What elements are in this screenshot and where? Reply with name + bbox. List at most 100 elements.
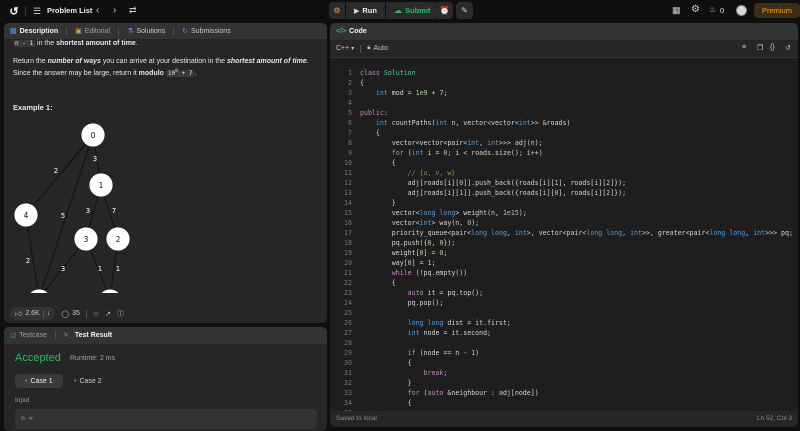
- editor-toolbar: C++ ▾ 🔒︎ Auto ≡ ❐ {} ↺: [330, 40, 798, 58]
- tab-test-result-label: Test Result: [74, 332, 113, 339]
- node-label: 1: [99, 181, 104, 190]
- case-2-label: Case 2: [79, 377, 102, 385]
- description-body: n - 1 in the shortest amount of time. Re…: [13, 39, 318, 113]
- edge-weight: 7: [112, 207, 116, 215]
- flask-icon: ⚗: [127, 28, 134, 35]
- text: Return the: [13, 58, 48, 65]
- line-number: 17: [344, 229, 352, 237]
- settings-icon[interactable]: ⚙: [691, 4, 700, 15]
- star-icon[interactable]: ☆: [93, 310, 99, 318]
- notes-icon[interactable]: ✎: [456, 2, 473, 19]
- auto-label: Auto: [373, 45, 388, 52]
- language-label: C++: [336, 45, 350, 52]
- language-select[interactable]: C++ ▾: [336, 45, 354, 52]
- line-number: 30: [344, 359, 352, 367]
- code-line: priority_queue<pair<long long, int>, vec…: [360, 229, 793, 237]
- code-line: int node = it.second;: [407, 329, 492, 337]
- description-panel: ▤ Description ▣ Editorial ⚗ Solutions ↻ Subm…: [4, 23, 327, 323]
- like-button[interactable]: 👍︎ 2.6K ↓: [10, 307, 56, 320]
- tab-editorial[interactable]: ▣ Editorial: [75, 27, 110, 36]
- chevron-left-icon[interactable]: ‹: [96, 5, 99, 16]
- comments-button[interactable]: ◯ 35: [61, 310, 80, 318]
- bold-text: shortest amount of time: [227, 58, 307, 65]
- code-editor[interactable]: 1 class Solution 2{3 int mod = 1e9 + 7; 4 5 p…: [330, 69, 798, 427]
- layout-icon[interactable]: ▦: [672, 5, 681, 16]
- code-line: vector<long long> weight(n, 1e15);: [360, 209, 527, 217]
- description-line-1: n - 1 in the shortest amount of time.: [13, 39, 318, 49]
- submit-button[interactable]: ☁ Submit: [385, 2, 439, 19]
- tab-code[interactable]: </> Code: [336, 28, 367, 35]
- top-bar: ↺ ☰ Problem List ‹ › ⇄ ⚙ ▶ Run ☁ Submit …: [0, 0, 800, 22]
- case-1-button[interactable]: • Case 1: [15, 374, 63, 388]
- line-number: 15: [344, 209, 352, 217]
- fire-icon[interactable]: ♨: [709, 5, 716, 14]
- tab-description[interactable]: ▤ Description: [10, 27, 58, 36]
- text: in the: [35, 40, 57, 47]
- result-status: Accepted: [15, 352, 61, 364]
- code-line: {: [360, 399, 412, 407]
- list-icon[interactable]: ☰: [33, 6, 41, 17]
- tab-test-result[interactable]: >_ Test Result: [64, 332, 112, 339]
- lock-icon: 🔒︎: [367, 45, 371, 51]
- code-line: public:: [360, 109, 388, 117]
- result-tabs: ☑ Testcase >_ Test Result: [4, 327, 327, 344]
- line-number: 27: [344, 329, 352, 337]
- edge-weight: 3: [93, 155, 97, 163]
- chevron-right-icon[interactable]: ›: [113, 5, 116, 16]
- debug-icon[interactable]: ⚙: [329, 2, 345, 19]
- separator: [25, 6, 26, 16]
- inline-code: 109 + 7: [165, 69, 195, 77]
- tab-testcase[interactable]: ☑ Testcase: [10, 332, 47, 340]
- bookmark-icon[interactable]: ❐: [757, 44, 763, 52]
- bold-text: shortest amount of time: [56, 40, 136, 47]
- code-line: if (node == n - 1): [407, 349, 480, 357]
- code-line: {: [360, 359, 412, 367]
- help-icon[interactable]: ⓘ: [117, 309, 124, 319]
- format-icon[interactable]: ≡: [742, 44, 746, 51]
- edge-weight: 1: [116, 265, 120, 273]
- edge-weight: 2: [26, 257, 30, 265]
- bold-text: number of ways: [47, 58, 101, 65]
- cloud-upload-icon: ☁: [393, 6, 402, 15]
- line-number: 16: [344, 219, 352, 227]
- run-button[interactable]: ▶ Run: [346, 2, 385, 19]
- line-number: 2: [348, 79, 352, 87]
- timer-icon[interactable]: ⏰: [436, 2, 453, 19]
- run-submit-group: ⚙ ▶ Run ☁ Submit: [329, 2, 439, 19]
- code-line: auto it = pq.top();: [407, 289, 484, 297]
- problem-list-link[interactable]: Problem List: [47, 6, 92, 15]
- pass-dot-icon: •: [74, 377, 77, 385]
- case-2-button[interactable]: • Case 2: [68, 374, 108, 388]
- share-icon[interactable]: ↗: [105, 310, 111, 318]
- line-number: 34: [344, 399, 352, 407]
- edge-weight: 1: [98, 265, 102, 273]
- line-number: 29: [344, 349, 352, 357]
- braces-icon[interactable]: {}: [770, 44, 775, 51]
- code-line: for (int i = 0; i < roads.size(); i++): [391, 149, 543, 157]
- tab-submissions[interactable]: ↻ Submissions: [182, 27, 231, 36]
- code-line: int countPaths(int n, vector<vector<int>…: [375, 119, 571, 127]
- code-line: long long dist = it.first;: [407, 319, 511, 327]
- line-number: 11: [344, 169, 352, 177]
- code-line: break;: [423, 369, 448, 377]
- line-number: 32: [344, 379, 352, 387]
- line-number: 9: [348, 149, 352, 157]
- description-tabs: ▤ Description ▣ Editorial ⚗ Solutions ↻ Subm…: [4, 23, 327, 39]
- premium-button[interactable]: Premium: [754, 3, 800, 18]
- line-number: 28: [344, 339, 352, 347]
- checkbox-icon: ☑: [10, 332, 17, 340]
- example-heading: Example 1:: [13, 103, 53, 112]
- comment-icon: ◯: [61, 310, 70, 318]
- node-label: 0: [91, 131, 96, 140]
- line-number: 7: [348, 129, 352, 137]
- shuffle-icon[interactable]: ⇄: [129, 5, 137, 16]
- reset-icon[interactable]: ↺: [785, 44, 791, 52]
- tab-solutions[interactable]: ⚗ Solutions: [127, 27, 165, 36]
- code-line: while (!pq.empty()): [391, 269, 468, 277]
- graph-node: [100, 288, 120, 293]
- line-number: 33: [344, 389, 352, 397]
- code-line: pq.pop();: [360, 299, 444, 307]
- avatar[interactable]: [736, 5, 747, 16]
- thumbs-down-icon[interactable]: ↓: [47, 310, 51, 317]
- leetcode-logo-icon[interactable]: ↺: [8, 5, 20, 18]
